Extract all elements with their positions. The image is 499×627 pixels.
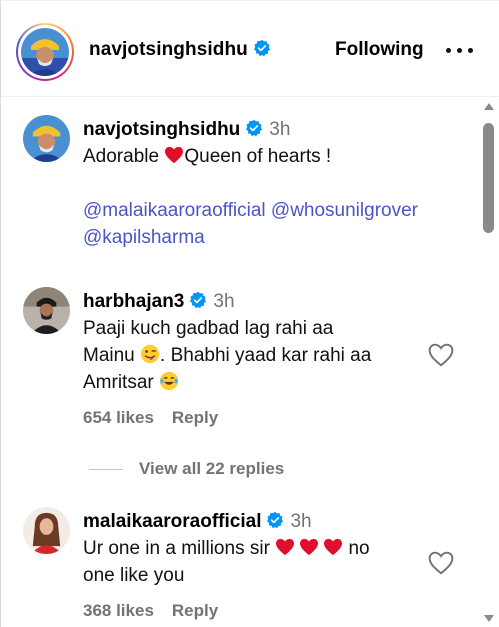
reply-button[interactable]: Reply [172, 601, 218, 620]
header-username[interactable]: navjotsinghsidhu [89, 39, 271, 61]
verified-badge-icon [190, 291, 207, 309]
post-header: navjotsinghsidhu Following [1, 1, 499, 97]
heart-outline-icon[interactable] [428, 343, 454, 367]
avatar[interactable] [23, 507, 70, 554]
red-heart-emoji-icon [165, 146, 184, 164]
verified-badge-icon [246, 119, 263, 137]
more-horizontal-icon[interactable] [446, 39, 474, 59]
reply-button[interactable]: Reply [172, 408, 218, 427]
red-heart-emoji-icon [324, 538, 343, 556]
comment-username[interactable]: harbhajan3 [83, 291, 184, 312]
mention-links[interactable]: @malaikaarorаofficial @whosunilgrover @k… [83, 197, 453, 251]
scroll-up-arrow-icon[interactable] [484, 103, 494, 110]
view-replies-button[interactable]: View all 22 replies [89, 459, 284, 479]
likes-count[interactable]: 654 likes [83, 408, 154, 427]
comment-username[interactable]: malaikaaroraofficial [83, 511, 261, 532]
comment-time[interactable]: 3h [269, 119, 290, 140]
avatar[interactable] [23, 115, 70, 162]
heart-outline-icon[interactable] [428, 551, 454, 575]
story-ring[interactable] [16, 23, 74, 81]
scroll-down-arrow-icon[interactable] [484, 615, 494, 622]
red-heart-emoji-icon [276, 538, 295, 556]
comment-meta: 654 likes Reply [83, 408, 453, 428]
header-avatar[interactable] [21, 28, 69, 76]
tears-of-joy-face-emoji-icon [159, 371, 179, 391]
red-heart-emoji-icon [300, 538, 319, 556]
comment-text: Adorable Queen of hearts ! [83, 146, 332, 167]
comment-username[interactable]: navjotsinghsidhu [83, 119, 240, 140]
comment-meta: 368 likes Reply [83, 601, 453, 621]
scrollbar[interactable] [481, 101, 496, 627]
following-button[interactable]: Following [335, 39, 424, 61]
comment-text: Ur one in a millions sir no one like you [83, 538, 370, 586]
post-comments-panel: navjotsinghsidhu Following navjotsinghsi… [0, 0, 499, 627]
comment-time[interactable]: 3h [290, 511, 311, 532]
verified-badge-icon [267, 511, 284, 529]
comment-text: Paaji kuch gadbad lag rahi aa Mainu . Bh… [83, 318, 372, 393]
scrollbar-thumb[interactable] [483, 123, 494, 233]
winking-tongue-face-emoji-icon [140, 344, 160, 364]
avatar[interactable] [23, 287, 70, 334]
replies-divider [89, 469, 123, 471]
comment-time[interactable]: 3h [213, 291, 234, 312]
likes-count[interactable]: 368 likes [83, 601, 154, 620]
verified-badge-icon [253, 39, 270, 57]
